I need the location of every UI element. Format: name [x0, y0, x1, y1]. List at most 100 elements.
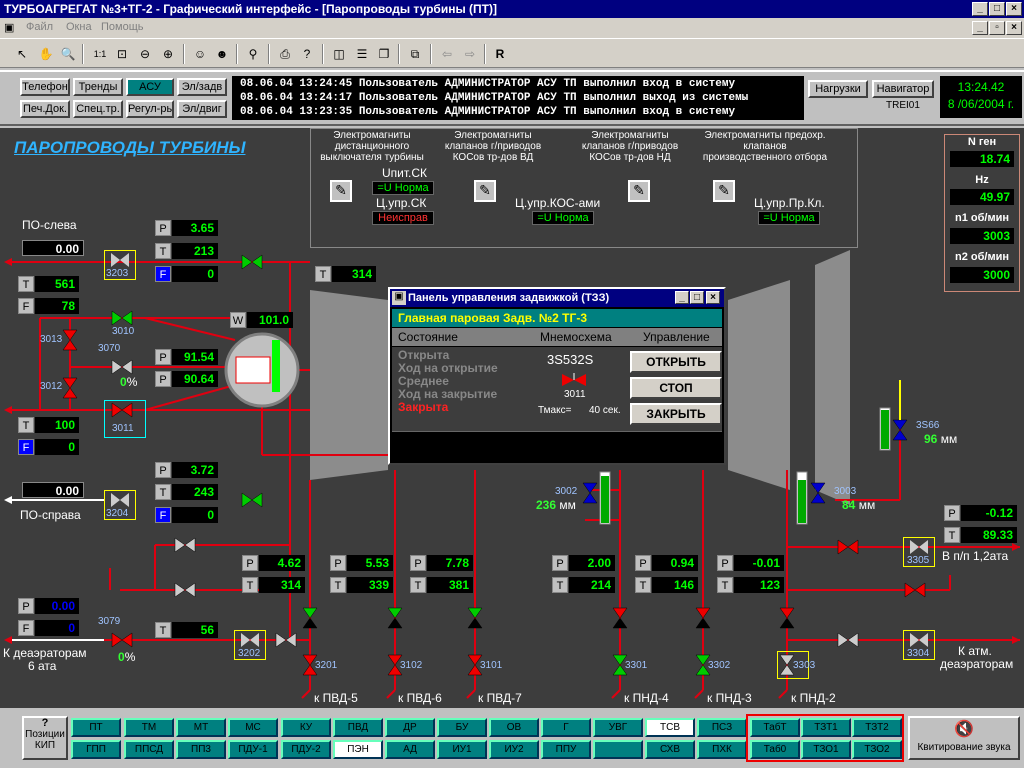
nav-tab-row2-5[interactable]: ПДУ-2 — [281, 740, 331, 759]
reset-icon[interactable]: R — [490, 44, 510, 64]
child-minimize-icon[interactable]: _ — [972, 21, 988, 35]
nav-regul-button[interactable]: Регул-ры — [126, 100, 174, 118]
kip-positions-button[interactable]: ? Позиции КИП — [22, 716, 68, 760]
deaer-label-1: К деаэраторам — [3, 646, 87, 660]
red-alarm-group — [746, 714, 904, 762]
forward-arrow-icon[interactable]: ⇨ — [460, 44, 480, 64]
nav-tab-3[interactable]: МТ — [176, 718, 226, 737]
nav-tab-12[interactable]: ТСВ — [645, 718, 695, 737]
nav-tab-1[interactable]: ПТ — [71, 718, 121, 737]
pen-icon[interactable]: ✎ — [713, 180, 735, 202]
dialog-close-icon[interactable]: × — [706, 291, 720, 304]
menu-file[interactable]: Файл — [26, 21, 53, 33]
app-icon[interactable]: ▣ — [4, 21, 14, 34]
print-icon[interactable]: ⎙ — [275, 44, 295, 64]
nav-tab-4[interactable]: МС — [228, 718, 278, 737]
dialog-title: Панель управления задвижкой (ТЗЗ) — [390, 289, 724, 307]
nav-tab-row2-10[interactable]: ППУ — [541, 740, 591, 759]
minimize-icon[interactable]: _ — [972, 2, 988, 16]
nav-tab-11[interactable]: УВГ — [593, 718, 643, 737]
nav-spectr-button[interactable]: Спец.тр. — [73, 100, 123, 118]
menu-help[interactable]: Помощь — [101, 21, 144, 33]
layout-cols-icon[interactable]: ◫ — [329, 44, 349, 64]
nav-tab-row2-12[interactable]: СХВ — [645, 740, 695, 759]
em-header-3: Электромагниты клапанов г/приводов КОСов… — [581, 130, 679, 163]
tag-3204: 3204 — [106, 508, 129, 519]
nav-tab-row2-8[interactable]: ИУ1 — [437, 740, 487, 759]
close-icon[interactable]: × — [1006, 2, 1022, 16]
child-restore-icon[interactable]: ▫ — [989, 21, 1005, 35]
pen-icon[interactable]: ✎ — [330, 180, 352, 202]
nav-tab-7[interactable]: ДР — [385, 718, 435, 737]
t-label: T — [155, 484, 171, 500]
layout-rows-icon[interactable]: ☰ — [352, 44, 372, 64]
user-swap-icon[interactable]: ☻ — [212, 44, 232, 64]
nav-tab-row2-11[interactable] — [593, 740, 643, 759]
zoom-in-icon[interactable]: ⊕ — [158, 44, 178, 64]
menu-windows[interactable]: Окна — [66, 21, 92, 33]
nav-tab-5[interactable]: КУ — [281, 718, 331, 737]
close-valve-button[interactable]: ЗАКРЫТЬ — [630, 403, 722, 425]
pen-icon[interactable]: ✎ — [628, 180, 650, 202]
binoculars-icon[interactable]: ⚲ — [243, 44, 263, 64]
pen-icon[interactable]: ✎ — [474, 180, 496, 202]
nav-tab-row2-2[interactable]: ППСД — [124, 740, 174, 759]
pvd5-p: 4.62 — [259, 555, 305, 571]
nav-tab-13[interactable]: ПСЗ — [697, 718, 747, 737]
nav-tab-6[interactable]: ПВД — [333, 718, 383, 737]
state-list: Открыта Ход на открытие Среднее Ход на з… — [398, 349, 498, 414]
t-top-value: 314 — [332, 266, 376, 282]
child-close-icon[interactable]: × — [1006, 21, 1022, 35]
loads-button[interactable]: Нагрузки — [808, 80, 868, 98]
deaer-p: 0.00 — [35, 598, 79, 614]
po-right-label: ПО-справа — [20, 508, 81, 522]
nav-phone-button[interactable]: Телефон — [20, 78, 70, 96]
window-list-icon[interactable]: ⧉ — [405, 44, 425, 64]
help-icon[interactable]: ? — [297, 44, 317, 64]
nav-tab-2[interactable]: ТМ — [124, 718, 174, 737]
nav-tab-row2-3[interactable]: ПП3 — [176, 740, 226, 759]
layout-cascade-icon[interactable]: ❐ — [374, 44, 394, 64]
pointer-icon[interactable]: ↖ — [12, 44, 32, 64]
nav-tab-row2-13[interactable]: ПХК — [697, 740, 747, 759]
t-label: T — [315, 266, 331, 282]
nav-tab-9[interactable]: ОВ — [489, 718, 539, 737]
tag-3302: 3302 — [708, 660, 731, 671]
open-button[interactable]: ОТКРЫТЬ — [630, 351, 722, 373]
maximize-icon[interactable]: □ — [989, 2, 1005, 16]
mm-3003: 84 мм — [842, 498, 876, 512]
pnd4-label: к ПНД-4 — [624, 691, 669, 705]
dialog-maximize-icon[interactable]: □ — [690, 291, 704, 304]
back-arrow-icon[interactable]: ⇦ — [437, 44, 457, 64]
kip-label: Позиции КИП — [25, 729, 65, 751]
sound-ack-button[interactable]: 🔇 Квитирование звука — [908, 716, 1020, 760]
magnifier-icon[interactable]: 🔍 — [58, 44, 78, 64]
zoom-fit-icon[interactable]: ⊡ — [112, 44, 132, 64]
dialog-minimize-icon[interactable]: _ — [675, 291, 689, 304]
nav-tab-8[interactable]: БУ — [437, 718, 487, 737]
station-id: TREI01 — [886, 100, 920, 111]
nav-tab-row2-7[interactable]: АД — [385, 740, 435, 759]
nav-tab-10[interactable]: Г — [541, 718, 591, 737]
v3203-f: 0 — [172, 266, 218, 282]
nav-tab-row2-1[interactable]: ГПП — [71, 740, 121, 759]
zoom-1to1-icon[interactable]: 1:1 — [90, 44, 110, 64]
t-label: T — [410, 577, 426, 593]
user-icon[interactable]: ☺ — [190, 44, 210, 64]
nav-tab-row2-4[interactable]: ПДУ-1 — [228, 740, 278, 759]
nav-trends-button[interactable]: Тренды — [73, 78, 123, 96]
nav-elzadv-button[interactable]: Эл/задв — [177, 78, 227, 96]
clock-time: 13:24.42 — [957, 80, 1005, 94]
hand-icon[interactable]: ✋ — [36, 44, 56, 64]
nav-tab-row2-6[interactable]: ПЭН — [333, 740, 383, 759]
nav-eldvig-button[interactable]: Эл/двиг — [177, 100, 227, 118]
zoom-out-icon[interactable]: ⊖ — [135, 44, 155, 64]
tag-3305: 3305 — [907, 555, 930, 566]
nav-asu-button[interactable]: АСУ — [126, 78, 174, 96]
po-left-label: ПО-слева — [22, 218, 77, 232]
nav-tab-row2-9[interactable]: ИУ2 — [489, 740, 539, 759]
nav-printdoc-button[interactable]: Печ.Док. — [20, 100, 70, 118]
stop-button[interactable]: СТОП — [630, 377, 722, 399]
hz-value: 49.97 — [950, 189, 1014, 205]
navigator-button[interactable]: Навигатор — [872, 80, 934, 98]
